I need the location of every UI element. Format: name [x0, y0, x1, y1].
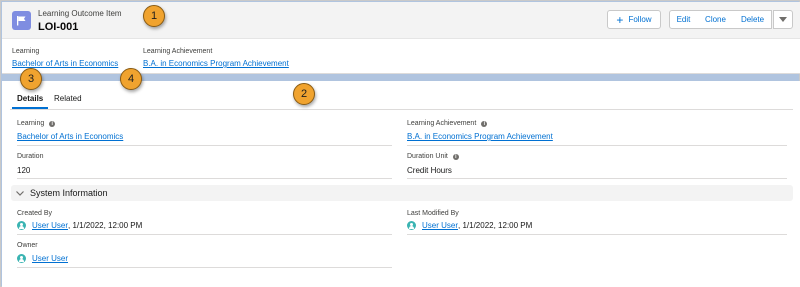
follow-label: Follow	[628, 15, 652, 24]
highlight-learning-link[interactable]: Bachelor of Arts in Economics	[12, 59, 118, 68]
chevron-down-icon	[16, 189, 24, 198]
info-icon[interactable]: i	[49, 120, 56, 127]
duration-unit-field-label-text: Duration Unit	[407, 153, 448, 160]
last-modified-by-value: User User , 1/1/2022, 12:00 PM	[407, 221, 532, 230]
detail-card: Details Related Learning i Bachelor of A…	[2, 81, 800, 287]
header-title-bar: Learning Outcome Item LOI-001 + Follow E…	[2, 2, 800, 39]
delete-button[interactable]: Delete	[734, 10, 772, 29]
last-modified-by-label-text: Last Modified By	[407, 210, 459, 217]
callout-badge-3: 3	[20, 68, 42, 90]
field-divider	[407, 178, 787, 179]
duration-unit-field-value: Credit Hours	[407, 166, 452, 175]
learning-field-label: Learning i	[17, 120, 56, 127]
last-modified-by-user-link[interactable]: User User	[422, 221, 458, 230]
learning-field-label-text: Learning	[17, 120, 45, 127]
highlight-achievement-label: Learning Achievement	[143, 48, 213, 55]
follow-button[interactable]: + Follow	[607, 10, 661, 29]
user-avatar-icon	[17, 221, 26, 230]
edit-button[interactable]: Edit	[669, 10, 698, 29]
achievement-field-link[interactable]: B.A. in Economics Program Achievement	[407, 132, 553, 141]
achievement-field-label-text: Learning Achievement	[407, 120, 477, 127]
clone-button[interactable]: Clone	[697, 10, 735, 29]
flag-icon	[12, 11, 31, 30]
achievement-field-label: Learning Achievement i	[407, 120, 488, 127]
callout-badge-2: 2	[293, 83, 315, 105]
learning-field-link[interactable]: Bachelor of Arts in Economics	[17, 132, 123, 141]
field-divider	[407, 145, 787, 146]
record-title: LOI-001	[38, 21, 79, 33]
user-avatar-icon	[407, 221, 416, 230]
duration-unit-field-label: Duration Unit i	[407, 153, 459, 160]
callout-badge-4: 4	[120, 68, 142, 90]
record-header: Learning Outcome Item LOI-001 + Follow E…	[2, 2, 800, 74]
field-divider	[407, 234, 787, 235]
object-type-label: Learning Outcome Item	[38, 9, 122, 18]
more-actions-button[interactable]	[773, 10, 793, 29]
tab-related[interactable]: Related	[54, 94, 82, 103]
last-modified-by-date: , 1/1/2022, 12:00 PM	[458, 221, 533, 230]
owner-label-text: Owner	[17, 242, 38, 249]
owner-value: User User	[17, 254, 68, 263]
system-information-title: System Information	[30, 188, 108, 198]
created-by-date: , 1/1/2022, 12:00 PM	[68, 221, 143, 230]
created-by-value: User User , 1/1/2022, 12:00 PM	[17, 221, 142, 230]
highlight-learning-label: Learning	[12, 48, 40, 55]
owner-label: Owner	[17, 242, 38, 249]
plus-icon: +	[616, 12, 624, 27]
owner-user-link[interactable]: User User	[32, 254, 68, 263]
created-by-user-link[interactable]: User User	[32, 221, 68, 230]
system-information-section-toggle[interactable]: System Information	[11, 185, 793, 201]
chevron-down-icon	[779, 17, 787, 22]
field-divider	[17, 267, 392, 268]
field-divider	[17, 145, 392, 146]
info-icon[interactable]: i	[452, 153, 459, 160]
tab-details[interactable]: Details	[17, 94, 43, 103]
record-page: Learning Outcome Item LOI-001 + Follow E…	[0, 0, 800, 287]
created-by-label: Created By	[17, 210, 52, 217]
field-divider	[17, 234, 392, 235]
highlight-achievement-link[interactable]: B.A. in Economics Program Achievement	[143, 59, 289, 68]
tabs-divider	[10, 109, 793, 110]
field-divider	[17, 178, 392, 179]
last-modified-by-label: Last Modified By	[407, 210, 459, 217]
info-icon[interactable]: i	[481, 120, 488, 127]
user-avatar-icon	[17, 254, 26, 263]
callout-badge-1: 1	[143, 5, 165, 27]
duration-field-label-text: Duration	[17, 153, 44, 160]
created-by-label-text: Created By	[17, 210, 53, 217]
duration-field-label: Duration	[17, 153, 43, 160]
duration-field-value: 120	[17, 166, 31, 175]
